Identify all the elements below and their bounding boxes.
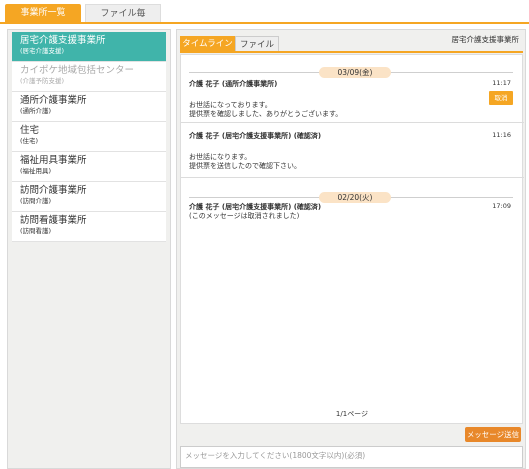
message-body: お世話になります。 提供票を送信したので確認下さい。 xyxy=(189,153,301,170)
facility-name: 居宅介護支援事業所 xyxy=(451,35,520,44)
sidebar-item-houmon-kango[interactable]: 訪問看護事業所 (訪問看護) xyxy=(12,212,166,242)
sidebar-item-label: カイポケ地域包括センター xyxy=(20,65,135,76)
top-tab-bar: 事業所一覧 ファイル毎 xyxy=(0,0,529,26)
message-panel: タイムライン ファイル 居宅介護支援事業所 03/09(金) 介護 花子 (通所… xyxy=(176,29,526,469)
tab-underline xyxy=(0,22,529,24)
sidebar-item-jutaku[interactable]: 住宅 (住宅) xyxy=(12,122,166,152)
message-sender: 介護 花子 (通所介護事業所) xyxy=(189,80,278,88)
date-label: 03/09(金) xyxy=(319,67,391,78)
tab-file[interactable]: ファイル xyxy=(235,36,279,52)
tab-timeline[interactable]: タイムライン xyxy=(180,36,235,52)
tab-by-file[interactable]: ファイル毎 xyxy=(85,4,161,22)
sidebar-item-sublabel: (訪問介護) xyxy=(20,197,52,205)
tab-office-list[interactable]: 事業所一覧 xyxy=(5,4,81,22)
send-message-button[interactable]: メッセージ送信 xyxy=(465,427,521,442)
sidebar-item-sublabel: (介護予防支援) xyxy=(20,77,65,85)
timeline-area[interactable]: 03/09(金) 介護 花子 (通所介護事業所) 11:17 取消 お世話になっ… xyxy=(180,54,524,424)
message-body: お世話になっております。 提供票を確認しました、ありがとうございます。 xyxy=(189,101,343,118)
message-item: 介護 花子 (通所介護事業所) 11:17 取消 お世話になっております。 提供… xyxy=(189,79,517,119)
page-indicator: 1/1ページ xyxy=(335,410,369,418)
date-separator: 02/20(火) xyxy=(189,192,513,203)
sidebar-item-sublabel: (訪問看護) xyxy=(20,227,52,235)
date-separator: 03/09(金) xyxy=(189,67,513,78)
message-sender: 介護 花子 (居宅介護支援事業所) (確認済) xyxy=(189,132,322,140)
message-divider xyxy=(181,177,524,178)
message-item: 介護 花子 (居宅介護支援事業所) (確認済) 17:09 (このメッセージは取… xyxy=(189,202,517,228)
sidebar-item-kyotaku[interactable]: 居宅介護支援事業所 (居宅介護支援) xyxy=(12,32,166,62)
message-time: 17:09 xyxy=(492,202,511,210)
sidebar-item-label: 居宅介護支援事業所 xyxy=(20,35,106,46)
sidebar-item-houkatsu[interactable]: カイポケ地域包括センター (介護予防支援) xyxy=(12,62,166,92)
sidebar-item-label: 福祉用具事業所 xyxy=(20,155,87,166)
message-body: (このメッセージは取消されました) xyxy=(189,212,300,220)
sidebar-item-label: 訪問看護事業所 xyxy=(20,215,87,226)
sidebar-item-sublabel: (福祉用具) xyxy=(20,167,52,175)
cancel-message-button[interactable]: 取消 xyxy=(489,91,513,105)
panel-tab-underline xyxy=(180,51,523,53)
sidebar-item-sublabel: (通所介護) xyxy=(20,107,52,115)
sidebar-item-label: 通所介護事業所 xyxy=(20,95,87,106)
sidebar-item-label: 住宅 xyxy=(20,125,40,136)
sidebar-item-tsusho[interactable]: 通所介護事業所 (通所介護) xyxy=(12,92,166,122)
sidebar-item-houmon-kaigo[interactable]: 訪問介護事業所 (訪問介護) xyxy=(12,182,166,212)
message-time: 11:16 xyxy=(492,131,511,139)
office-sidebar: 居宅介護支援事業所 (居宅介護支援) カイポケ地域包括センター (介護予防支援)… xyxy=(7,29,171,469)
sidebar-item-label: 訪問介護事業所 xyxy=(20,185,87,196)
message-item: 介護 花子 (居宅介護支援事業所) (確認済) 11:16 お世話になります。 … xyxy=(189,131,517,171)
message-time: 11:17 xyxy=(492,79,511,87)
sidebar-item-sublabel: (住宅) xyxy=(20,137,39,145)
sidebar-item-fukushi[interactable]: 福祉用具事業所 (福祉用具) xyxy=(12,152,166,182)
sidebar-item-sublabel: (居宅介護支援) xyxy=(20,47,65,55)
message-sender: 介護 花子 (居宅介護支援事業所) (確認済) xyxy=(189,203,322,211)
message-input[interactable]: メッセージを入力してください(1800文字以内)(必須) xyxy=(180,446,523,468)
message-divider xyxy=(181,122,524,123)
